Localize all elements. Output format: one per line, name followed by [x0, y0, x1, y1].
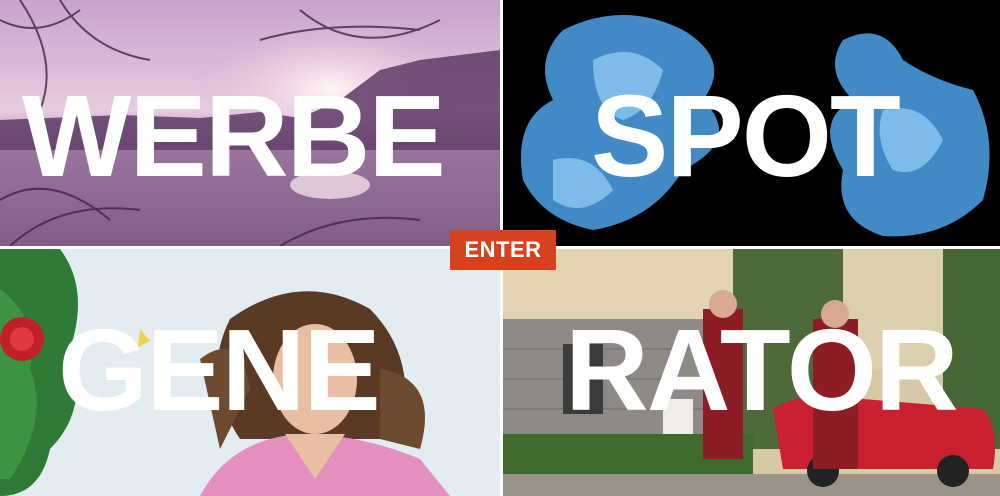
headline-word-gene: GENE: [58, 305, 381, 435]
headline-word-spot: SPOT: [591, 71, 901, 201]
headline-word-rator: RATOR: [565, 305, 959, 435]
headline-word-werbe: WERBE: [22, 71, 446, 201]
enter-button[interactable]: ENTER: [450, 230, 556, 270]
